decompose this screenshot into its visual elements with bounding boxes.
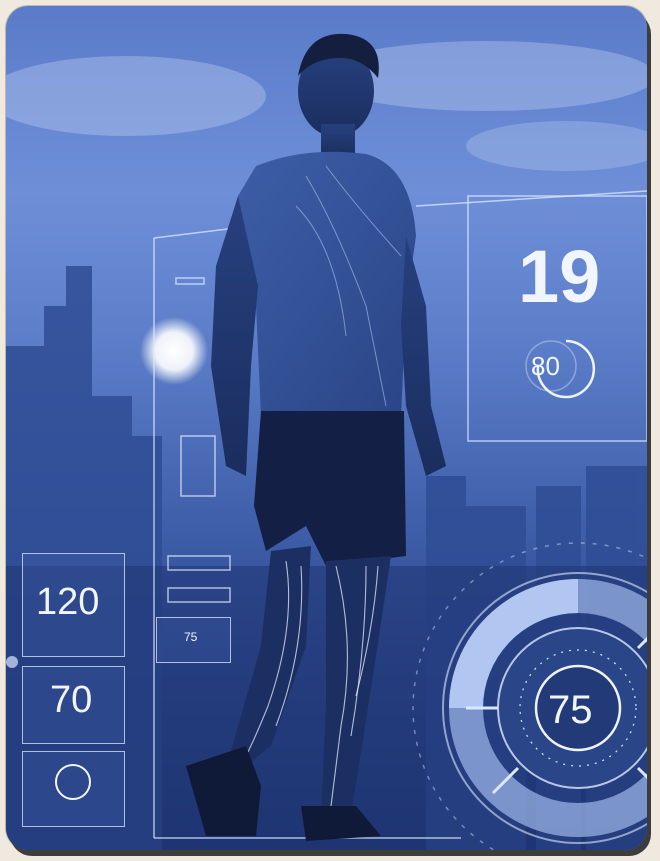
left-mid-value: 70 [50, 679, 93, 721]
circle-indicator-icon [55, 764, 91, 800]
left-top-value: 120 [36, 581, 100, 623]
small-box-value: 75 [184, 630, 198, 644]
ring-value: 80 [531, 351, 560, 381]
photo-card: 120 70 75 19 80 75 [6, 6, 647, 850]
gauge-value: 75 [548, 688, 593, 732]
big-value: 19 [518, 235, 601, 318]
light-orb [140, 317, 208, 385]
